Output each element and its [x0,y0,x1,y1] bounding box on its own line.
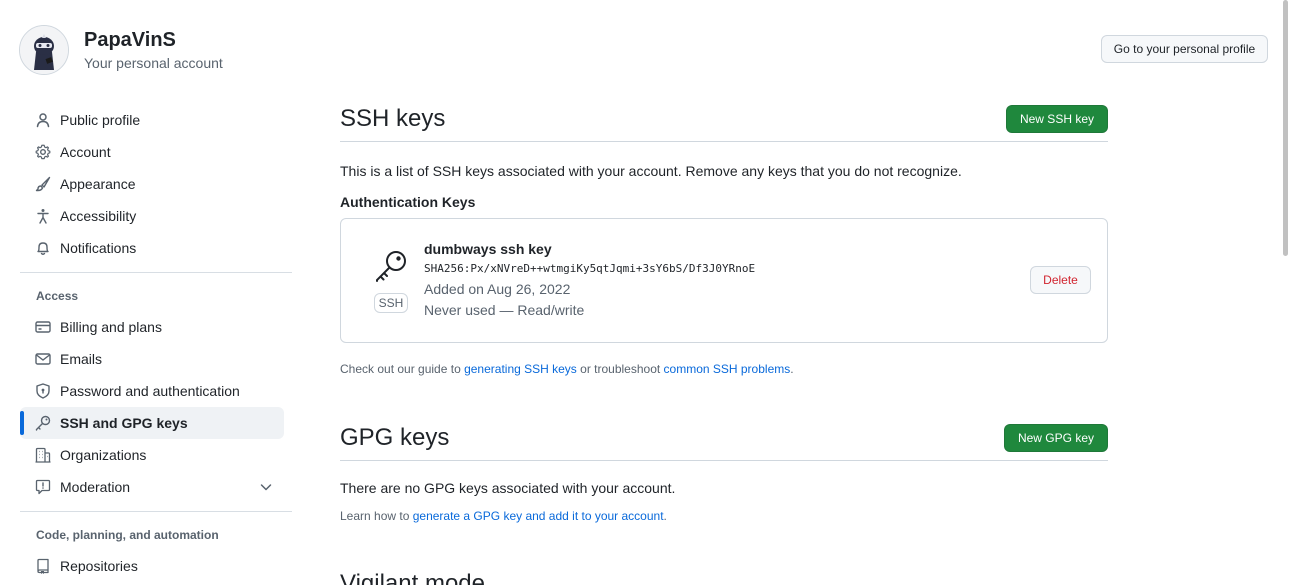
sidebar-item-emails[interactable]: Emails [20,343,284,375]
sidebar-item-organizations[interactable]: Organizations [20,439,284,471]
person-icon [35,112,51,128]
mail-icon [35,351,51,367]
main-content: SSH keys New SSH key This is a list of S… [340,96,1108,585]
page-scrollbar[interactable] [1282,0,1290,585]
ssh-key-usage: Never used — Read/write [424,302,585,318]
ssh-key-added-date: Added on Aug 26, 2022 [424,281,571,297]
guide-middle: or troubleshoot [576,362,664,376]
report-icon [35,479,51,495]
settings-sidebar: Public profile Account Appearance Access… [20,104,292,582]
sidebar-item-label: Appearance [60,176,136,192]
settings-page: PapaVinS Your personal account Go to you… [0,0,1290,585]
shield-lock-icon [35,383,51,399]
ssh-key-item: SSH dumbways ssh key SHA256:Px/xNVreD++w… [340,218,1108,343]
sidebar-item-repositories[interactable]: Repositories [20,550,284,582]
scrollbar-thumb[interactable] [1283,0,1288,256]
learn-suffix: . [663,509,667,523]
sidebar-item-public-profile[interactable]: Public profile [20,104,284,136]
sidebar-item-ssh-gpg-keys[interactable]: SSH and GPG keys [20,407,284,439]
sidebar-item-label: Notifications [60,240,137,256]
accessibility-icon [35,208,51,224]
organization-icon [35,447,51,463]
sidebar-item-moderation[interactable]: Moderation [20,471,284,503]
ssh-badge: SSH [373,293,409,313]
sidebar-item-account[interactable]: Account [20,136,284,168]
common-ssh-problems-link[interactable]: common SSH problems [664,362,791,376]
sidebar-divider [20,511,292,512]
key-icon [35,415,51,431]
learn-prefix: Learn how to [340,509,413,523]
account-type-label: Your personal account [84,55,223,71]
sidebar-item-appearance[interactable]: Appearance [20,168,284,200]
guide-prefix: Check out our guide to [340,362,465,376]
ssh-keys-title: SSH keys [340,104,446,132]
gear-icon [35,144,51,160]
ssh-key-fingerprint: SHA256:Px/xNVreD++wtmgiKy5qtJqmi+3sY6bS/… [424,262,756,275]
sidebar-item-label: Accessibility [60,208,137,224]
avatar-image-icon [20,26,68,74]
gpg-learn-text: Learn how to generate a GPG key and add … [340,507,1108,525]
go-to-profile-button[interactable]: Go to your personal profile [1101,35,1268,63]
avatar[interactable] [19,25,69,75]
sidebar-item-accessibility[interactable]: Accessibility [20,200,284,232]
gpg-keys-section: GPG keys New GPG key There are no GPG ke… [340,415,1108,525]
sidebar-item-label: Repositories [60,558,138,574]
sidebar-item-password-authentication[interactable]: Password and authentication [20,375,284,407]
bell-icon [35,240,51,256]
ssh-keys-header: SSH keys New SSH key [340,96,1108,142]
guide-suffix: . [790,362,794,376]
sidebar-item-label: Password and authentication [60,383,240,399]
paintbrush-icon [35,176,51,192]
new-ssh-key-button[interactable]: New SSH key [1005,104,1108,133]
ssh-key-info: dumbways ssh key SHA256:Px/xNVreD++wtmgi… [424,239,755,321]
ssh-key-icon-group: SSH [373,249,409,313]
sidebar-group-code: Code, planning, and automation [36,528,219,542]
sidebar-item-label: Emails [60,351,103,367]
gpg-keys-description: There are no GPG keys associated with yo… [340,480,676,496]
sidebar-item-notifications[interactable]: Notifications [20,232,284,264]
sidebar-item-label: SSH and GPG keys [60,415,188,431]
ssh-keys-description: This is a list of SSH keys associated wi… [340,163,962,179]
account-header: PapaVinS Your personal account [19,25,223,75]
sidebar-item-label: Billing and plans [60,319,162,335]
vigilant-mode-title: Vigilant mode [340,570,485,585]
ssh-key-title: dumbways ssh key [424,241,552,257]
authentication-keys-heading: Authentication Keys [340,194,476,210]
generating-ssh-keys-link[interactable]: generating SSH keys [464,362,577,376]
gpg-keys-header: GPG keys New GPG key [340,415,1108,461]
sidebar-item-billing[interactable]: Billing and plans [20,311,284,343]
sidebar-group-access: Access [36,289,79,303]
gpg-keys-title: GPG keys [340,423,450,451]
sidebar-divider [20,272,292,273]
generate-gpg-key-link[interactable]: generate a GPG key and add it to your ac… [413,509,664,523]
credit-card-icon [35,319,51,335]
chevron-down-icon[interactable] [258,479,274,498]
new-gpg-key-button[interactable]: New GPG key [1003,423,1108,452]
sidebar-item-label: Moderation [60,479,131,495]
delete-ssh-key-button[interactable]: Delete [1030,266,1091,294]
key-icon [376,251,406,282]
ssh-guide-text: Check out our guide to generating SSH ke… [340,360,1108,378]
sidebar-item-label: Organizations [60,447,147,463]
sidebar-item-label: Public profile [60,112,141,128]
account-name[interactable]: PapaVinS [84,27,223,53]
repo-icon [35,558,51,574]
sidebar-item-label: Account [60,144,111,160]
